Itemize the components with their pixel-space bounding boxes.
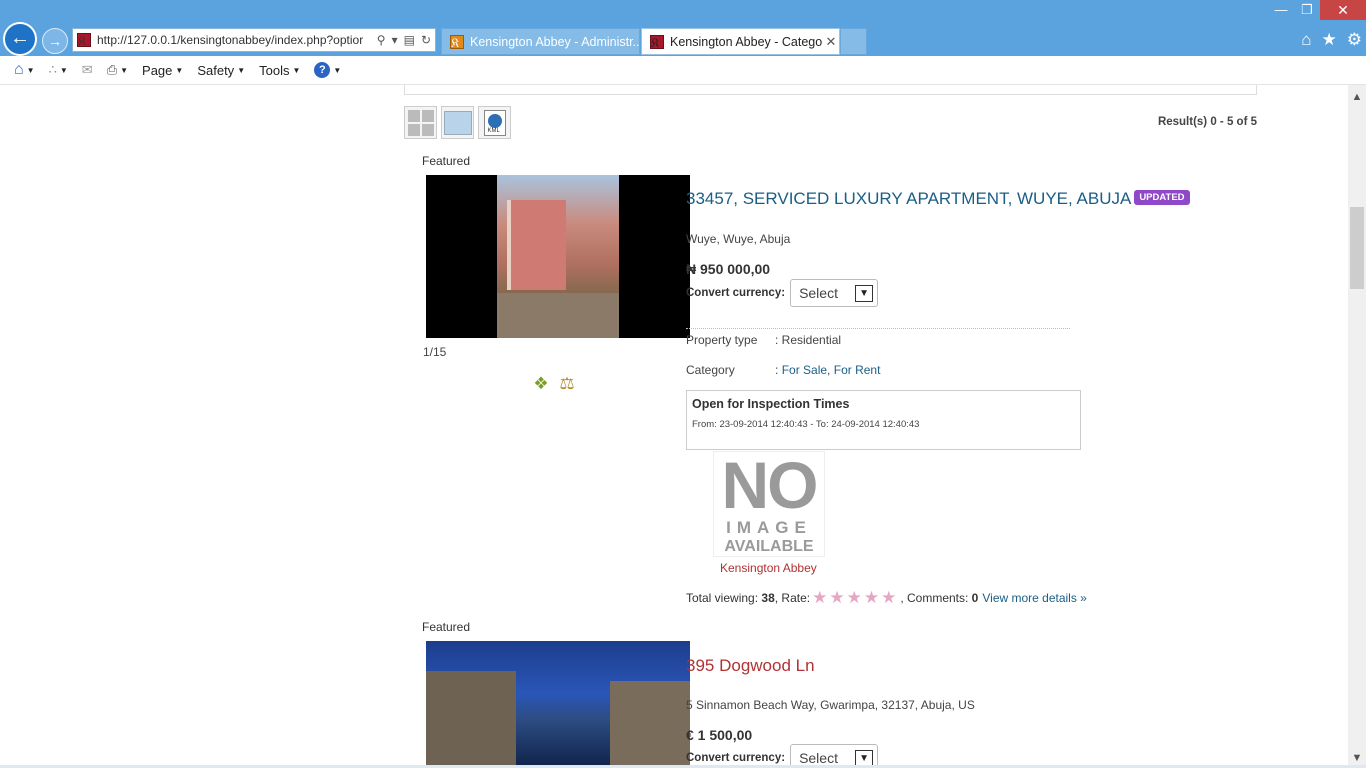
featured-label: Featured bbox=[422, 620, 471, 634]
compat-view-icon[interactable]: ▤ bbox=[404, 33, 415, 47]
page-menu[interactable]: Page ▼ bbox=[138, 63, 187, 78]
joomla-icon bbox=[450, 34, 464, 49]
close-window-icon[interactable]: ✕ bbox=[1320, 0, 1366, 20]
property-photo[interactable] bbox=[426, 175, 690, 338]
scroll-up-icon[interactable]: ▲ bbox=[1348, 91, 1366, 103]
compare-scale-icon[interactable]: ⚖ bbox=[556, 372, 578, 396]
site-favicon-icon bbox=[77, 33, 91, 47]
settings-gear-icon[interactable]: ⚙ bbox=[1347, 30, 1362, 50]
search-icon[interactable]: ⚲ bbox=[377, 33, 386, 47]
grid-view-icon[interactable] bbox=[404, 106, 437, 139]
category-for-sale-link[interactable]: For Sale bbox=[782, 363, 827, 377]
page-content: KML Result(s) 0 - 5 of 5 Featured 1/15 ❖… bbox=[0, 85, 1348, 768]
rss-icon: ∴ bbox=[48, 62, 57, 77]
help-icon: ? bbox=[314, 62, 331, 78]
feeds-menu[interactable]: ∴ ▼ bbox=[45, 62, 72, 78]
view-switcher: KML bbox=[404, 106, 511, 139]
property-address: 5 Sinnamon Beach Way, Gwarimpa, 32137, A… bbox=[686, 698, 975, 712]
results-count: Result(s) 0 - 5 of 5 bbox=[1157, 116, 1257, 128]
category-row: Category : For Sale, For Rent bbox=[686, 363, 881, 377]
browser-titlebar: — ❐ ✕ ← → http://127.0.0.1/kensingtonabb… bbox=[0, 0, 1366, 56]
vertical-scrollbar[interactable]: ▲ ▼ bbox=[1348, 85, 1366, 768]
forward-button[interactable]: → bbox=[42, 28, 68, 54]
property-stats: Total viewing: 38, Rate: ★★★★★ , Comment… bbox=[686, 588, 1087, 608]
safety-menu[interactable]: Safety ▼ bbox=[193, 63, 249, 78]
new-tab-button[interactable] bbox=[840, 28, 867, 55]
address-text[interactable]: http://127.0.0.1/kensingtonabbey/index.p… bbox=[97, 33, 373, 47]
updated-badge: UPDATED bbox=[1134, 190, 1190, 206]
property-price: € 1 500,00 bbox=[686, 727, 753, 743]
agent-no-image-placeholder: NO IMAGE AVAILABLE bbox=[713, 451, 825, 557]
directions-icon[interactable]: ❖ bbox=[530, 372, 552, 396]
property-photo[interactable] bbox=[426, 641, 690, 768]
home-icon[interactable]: ⌂ bbox=[1301, 30, 1311, 50]
favorites-star-icon[interactable]: ★ bbox=[1322, 30, 1337, 50]
home-icon: ⌂ bbox=[14, 61, 24, 78]
inspection-times-box: Open for Inspection Times From: 23-09-20… bbox=[686, 390, 1081, 450]
restore-icon[interactable]: ❐ bbox=[1294, 0, 1320, 20]
photo-counter: 1/15 bbox=[423, 345, 447, 359]
scroll-down-icon[interactable]: ▼ bbox=[1348, 752, 1366, 764]
category-for-rent-link[interactable]: For Rent bbox=[834, 363, 881, 377]
back-button[interactable]: ← bbox=[3, 22, 37, 56]
chevron-down-icon: ▼ bbox=[855, 749, 874, 767]
scroll-thumb[interactable] bbox=[1350, 207, 1364, 289]
divider bbox=[686, 328, 1070, 329]
chevron-down-icon: ▼ bbox=[855, 284, 874, 302]
property-type-row: Property type : Residential bbox=[686, 333, 842, 347]
window-controls: — ❐ ✕ bbox=[1268, 0, 1366, 22]
kml-export-icon[interactable]: KML bbox=[478, 106, 511, 139]
help-menu[interactable]: ? ▼ bbox=[310, 62, 345, 78]
property-price: ₦ 950 000,00 bbox=[686, 261, 771, 277]
minimize-icon[interactable]: — bbox=[1268, 0, 1294, 20]
currency-select[interactable]: Select ▼ bbox=[790, 279, 879, 307]
address-bar[interactable]: http://127.0.0.1/kensingtonabbey/index.p… bbox=[72, 28, 436, 52]
refresh-icon[interactable]: ↻ bbox=[421, 33, 431, 47]
print-menu[interactable]: ⎙ ▼ bbox=[103, 62, 132, 78]
mail-icon: ✉ bbox=[81, 62, 93, 77]
convert-currency: Convert currency: Select ▼ bbox=[686, 279, 879, 307]
tab-administration[interactable]: Kensington Abbey - Administr... bbox=[441, 28, 640, 55]
read-mail-button[interactable]: ✉ bbox=[78, 62, 97, 78]
rating-stars-icon[interactable]: ★★★★★ bbox=[812, 588, 898, 608]
tools-menu[interactable]: Tools ▼ bbox=[255, 63, 304, 78]
property-title[interactable]: 395 Dogwood Ln bbox=[686, 656, 815, 676]
printer-icon: ⎙ bbox=[106, 62, 118, 77]
command-bar: ⌂ ▼ ∴ ▼ ✉ ⎙ ▼ Page ▼ Safety ▼ Tools ▼ ? ▼ bbox=[0, 56, 1366, 85]
dropdown-icon[interactable]: ▾ bbox=[392, 33, 398, 47]
tab-category[interactable]: Kensington Abbey - Catego... ✕ bbox=[641, 28, 840, 55]
category-header-box bbox=[404, 85, 1257, 95]
property-address: Wuye, Wuye, Abuja bbox=[686, 232, 791, 246]
view-more-details-link[interactable]: View more details » bbox=[982, 591, 1087, 605]
close-tab-icon[interactable]: ✕ bbox=[823, 34, 839, 50]
featured-label: Featured bbox=[422, 154, 471, 168]
property-title[interactable]: 33457, SERVICED LUXURY APARTMENT, WUYE, … bbox=[686, 189, 1190, 209]
map-view-icon[interactable] bbox=[441, 106, 474, 139]
home-menu[interactable]: ⌂ ▼ bbox=[10, 61, 39, 79]
site-favicon-icon bbox=[650, 34, 664, 49]
agent-name-link[interactable]: Kensington Abbey bbox=[720, 561, 817, 575]
